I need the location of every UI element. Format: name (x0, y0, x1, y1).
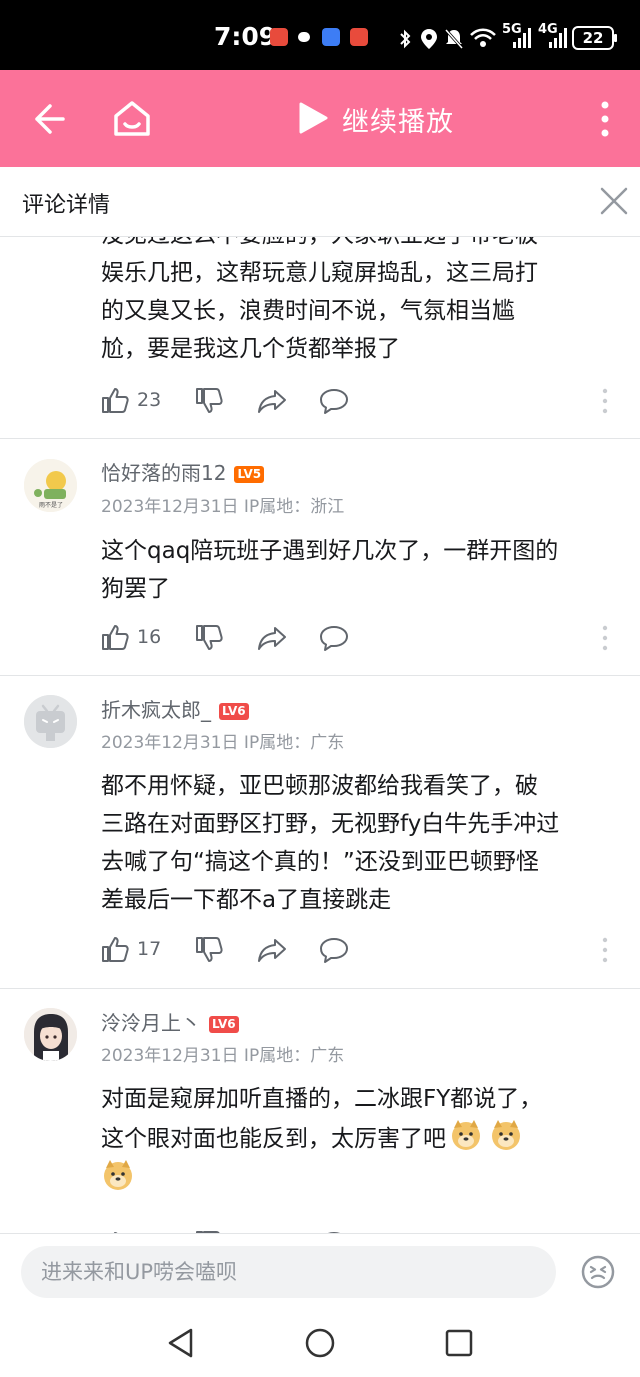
wifi-icon (470, 28, 496, 47)
username-text: 泠泠月上丶 (101, 1011, 201, 1035)
comment-list[interactable]: 没见过这么不要脸的，人家职业选手带老板 娱乐几把，这帮玩意儿窥屏捣乱，这三局打 … (0, 237, 640, 1233)
comment-text-line: 这个眼对面也能反到，太厉害了吧 (101, 1118, 621, 1158)
default-avatar-icon (24, 695, 77, 748)
comment-text-segment: 这个眼对面也能反到，太厉害了吧 (101, 1126, 446, 1152)
avatar[interactable] (24, 695, 77, 748)
share-icon[interactable] (257, 386, 287, 416)
like-button[interactable]: 23 (101, 386, 171, 416)
signal-icon-2 (549, 28, 567, 48)
nav-back-icon[interactable] (166, 1327, 196, 1359)
nav-recent-apps-icon[interactable] (444, 1328, 474, 1358)
comment-bubble-icon[interactable] (319, 386, 349, 416)
comment-item: 没见过这么不要脸的，人家职业选手带老板 娱乐几把，这帮玩意儿窥屏捣乱，这三局打 … (0, 237, 640, 439)
comment-text-line: 尬，要是我这几个货都举报了 (101, 336, 400, 362)
location-icon (421, 29, 437, 49)
comment-actions: 16 (101, 623, 621, 653)
comment-input-container[interactable] (21, 1246, 556, 1298)
avatar-image (24, 1008, 77, 1061)
level-badge: LV6 (219, 703, 249, 720)
message-icon (298, 32, 310, 42)
comment-item: 雨不是了 恰好落的雨12 LV5 2023年12月31日 IP属地：浙江 这个qa… (0, 439, 640, 676)
comment-input[interactable] (21, 1246, 556, 1298)
comment-text: 对面是窥屏加听直播的，二冰跟FY都说了， 这个眼对面也能反到，太厉害了吧 (101, 1080, 621, 1198)
arrow-left-icon[interactable] (30, 100, 68, 138)
bluetooth-icon (400, 29, 411, 49)
page-title: 评论详情 (22, 193, 111, 218)
comment-text-line: 这个qaq陪玩班子遇到好几次了，一群开图的 (101, 538, 559, 564)
comment-item: 泠泠月上丶 LV6 2023年12月31日 IP属地：广东 对面是窥屏加听直播的，… (0, 989, 640, 1233)
thumb-down-icon[interactable] (195, 935, 223, 965)
comment-text: 没见过这么不要脸的，人家职业选手带老板 娱乐几把，这帮玩意儿窥屏捣乱，这三局打 … (101, 237, 621, 368)
like-button[interactable]: 17 (101, 935, 171, 965)
comment-text-line: 都不用怀疑，亚巴顿那波都给我看笑了，破 (101, 773, 538, 799)
continue-play-button[interactable]: 继续播放 (342, 100, 454, 139)
doge-emoji-icon (492, 1120, 520, 1150)
comment-item: 折木疯太郎_ LV6 2023年12月31日 IP属地：广东 都不用怀疑，亚巴顿那… (0, 676, 640, 989)
battery-indicator: 22 (572, 26, 617, 50)
doge-emoji-icon (452, 1120, 480, 1150)
username[interactable]: 折木疯太郎_ LV6 (101, 694, 249, 723)
comment-text-line: 三路在对面野区打野，无视野fy白牛先手冲过 (101, 811, 560, 837)
comment-actions: 17 (101, 935, 621, 965)
play-icon[interactable] (296, 100, 330, 136)
more-vertical-icon[interactable] (596, 100, 614, 138)
status-time: 7:09 (214, 22, 277, 51)
thumb-down-icon[interactable] (195, 623, 223, 653)
doge-emoji-icon (104, 1160, 132, 1190)
comment-text-line: 没见过这么不要脸的，人家职业选手带老板 (101, 237, 621, 254)
level-badge: LV6 (209, 1016, 239, 1033)
app-notification-icon (322, 28, 340, 46)
like-button[interactable]: 16 (101, 623, 171, 653)
thumb-up-icon (102, 625, 129, 650)
comment-meta: 2023年12月31日 IP属地：广东 (101, 733, 345, 753)
comment-text-line: 去喊了句“搞这个真的！”还没到亚巴顿野怪 (101, 849, 539, 875)
comment-input-bar (0, 1233, 640, 1311)
comment-bubble-icon[interactable] (319, 935, 349, 965)
notification-app-icon (270, 28, 288, 46)
like-count: 23 (137, 389, 162, 411)
comment-text: 这个qaq陪玩班子遇到好几次了，一群开图的 狗罢了 (101, 532, 621, 608)
signal-icon (513, 28, 531, 48)
emoji-icon[interactable] (580, 1254, 616, 1290)
username[interactable]: 恰好落的雨12 LV5 (101, 457, 265, 486)
top-bar: 继续播放 (0, 70, 640, 167)
avatar[interactable] (24, 1008, 77, 1061)
username[interactable]: 泠泠月上丶 LV6 (101, 1007, 239, 1036)
nav-home-icon[interactable] (304, 1327, 336, 1359)
thumb-down-icon[interactable] (195, 386, 223, 416)
comment-text-line: 差最后一下都不a了直接跳走 (101, 887, 392, 913)
comment-detail-header: 评论详情 (0, 167, 640, 237)
comment-text-line: 狗罢了 (101, 576, 170, 602)
comment-bubble-icon[interactable] (319, 623, 349, 653)
thumb-up-icon (102, 388, 129, 413)
avatar-caption: 雨不是了 (39, 502, 63, 509)
comment-text-line (101, 1158, 621, 1198)
comment-meta: 2023年12月31日 IP属地：浙江 (101, 497, 345, 517)
like-count: 17 (137, 938, 162, 960)
more-vertical-icon[interactable] (601, 388, 609, 414)
bilibili-notification-icon (350, 28, 368, 46)
status-bar: 7:09 5G 4G 22 (0, 0, 640, 70)
home-icon[interactable] (110, 96, 154, 140)
system-navigation-bar (0, 1311, 640, 1377)
comment-text-line: 的又臭又长，浪费时间不说，气氛相当尴 (101, 298, 515, 324)
like-count: 16 (137, 626, 162, 648)
username-text: 恰好落的雨12 (101, 461, 227, 485)
more-vertical-icon[interactable] (601, 625, 609, 651)
comment-actions: 23 (101, 386, 621, 416)
avatar-image: 雨不是了 (24, 459, 77, 512)
share-icon[interactable] (257, 935, 287, 965)
close-icon[interactable] (598, 185, 630, 217)
level-badge: LV5 (234, 466, 265, 483)
thumb-up-icon (102, 937, 129, 962)
username-text: 折木疯太郎_ (101, 698, 211, 722)
share-icon[interactable] (257, 623, 287, 653)
comment-meta: 2023年12月31日 IP属地：广东 (101, 1046, 345, 1066)
comment-text: 都不用怀疑，亚巴顿那波都给我看笑了，破 三路在对面野区打野，无视野fy白牛先手冲… (101, 767, 621, 919)
mute-bell-icon (444, 29, 464, 49)
comment-text-line: 娱乐几把，这帮玩意儿窥屏捣乱，这三局打 (101, 260, 538, 286)
comment-text-line: 对面是窥屏加听直播的，二冰跟FY都说了， (101, 1086, 543, 1112)
more-vertical-icon[interactable] (601, 937, 609, 963)
avatar[interactable]: 雨不是了 (24, 459, 77, 512)
